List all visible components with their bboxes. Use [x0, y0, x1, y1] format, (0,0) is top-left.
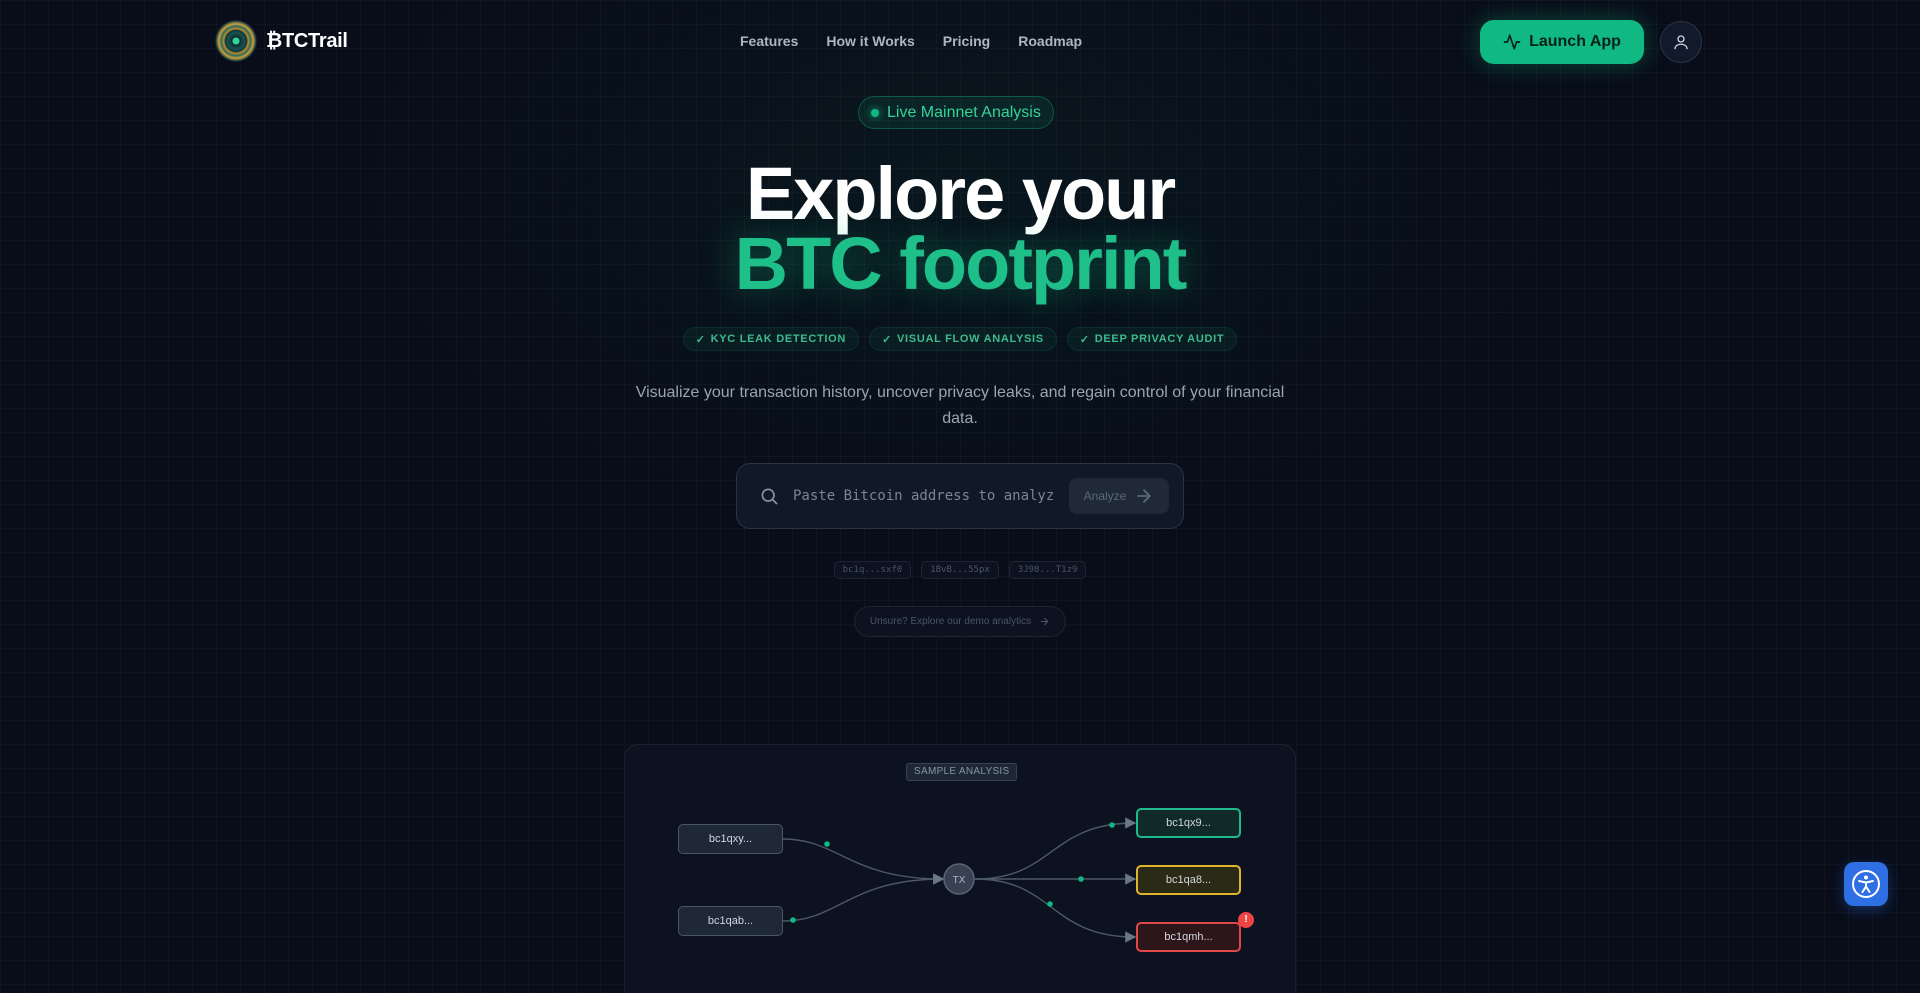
sample-address-chip[interactable]: bc1q...sxf0 — [833, 561, 912, 579]
flow-particle — [824, 841, 830, 847]
flow-edge — [782, 838, 945, 885]
alert-icon: ! — [1238, 912, 1254, 928]
feature-pill-kyc: ✓ KYC LEAK DETECTION — [682, 327, 860, 351]
input-node[interactable]: bc1qxy... — [678, 824, 783, 854]
demo-analytics-link[interactable]: Unsure? Explore our demo analytics — [854, 606, 1066, 637]
flow-edge — [974, 817, 1137, 880]
brand-name: ₿TCTrail — [266, 29, 348, 52]
top-navigation: ₿TCTrail Features How it Works Pricing R… — [0, 0, 1920, 84]
flow-particle — [1078, 876, 1084, 882]
user-account-button[interactable] — [1660, 21, 1702, 63]
hero-subtitle: Visualize your transaction history, unco… — [635, 384, 1285, 427]
arrow-right-icon — [1137, 489, 1152, 503]
search-icon — [761, 488, 778, 505]
accessibility-button[interactable] — [1844, 862, 1888, 906]
feature-label: KYC LEAK DETECTION — [710, 333, 847, 345]
accessibility-icon — [1852, 870, 1880, 898]
nav-link-features[interactable]: Features — [740, 33, 798, 49]
address-search-box: Analyze — [736, 463, 1184, 529]
live-status-badge: Live Mainnet Analysis — [858, 96, 1054, 129]
feature-label: VISUAL FLOW ANALYSIS — [896, 333, 1044, 345]
nav-link-roadmap[interactable]: Roadmap — [1018, 33, 1082, 49]
feature-pills: ✓ KYC LEAK DETECTION ✓ VISUAL FLOW ANALY… — [0, 327, 1920, 351]
tx-node-label: TX — [953, 875, 966, 886]
output-node-warning[interactable]: bc1qa8... — [1136, 865, 1241, 895]
flow-particle — [1109, 822, 1115, 828]
output-node-risk[interactable]: bc1qmh... — [1136, 922, 1241, 952]
flow-edge — [974, 878, 1137, 943]
sample-addresses: bc1q...sxf0 1BvB...55px 3J98...T1z9 — [0, 561, 1920, 579]
check-icon: ✓ — [1079, 333, 1090, 346]
analyze-label: Analyze — [1083, 489, 1127, 503]
launch-app-label: Launch App — [1529, 33, 1621, 50]
hero-title-line2: BTC footprint — [734, 222, 1188, 305]
live-badge-label: Live Mainnet Analysis — [887, 103, 1041, 121]
nav-link-pricing[interactable]: Pricing — [943, 33, 990, 49]
bitcoin-address-input[interactable] — [793, 488, 1055, 504]
user-icon — [1674, 35, 1688, 50]
input-node[interactable]: bc1qab... — [678, 906, 783, 936]
check-icon: ✓ — [695, 333, 706, 346]
flow-particle — [790, 917, 796, 923]
flow-edge — [782, 873, 945, 922]
brand-logo[interactable]: ₿TCTrail — [216, 21, 348, 61]
arrow-right-icon — [1040, 617, 1049, 626]
demo-link-label: Unsure? Explore our demo analytics — [869, 616, 1032, 627]
check-icon: ✓ — [882, 333, 892, 346]
flow-particle — [1047, 901, 1053, 907]
feature-pill-flow: ✓ VISUAL FLOW ANALYSIS — [869, 327, 1057, 351]
live-dot-icon — [871, 108, 879, 117]
sample-address-chip[interactable]: 1BvB...55px — [921, 561, 999, 579]
sample-address-chip[interactable]: 3J98...T1z9 — [1008, 561, 1087, 579]
activity-icon — [1503, 34, 1521, 50]
output-node-clean[interactable]: bc1qx9... — [1136, 808, 1241, 838]
feature-pill-audit: ✓ DEEP PRIVACY AUDIT — [1066, 327, 1238, 351]
launch-app-button[interactable]: Launch App — [1480, 20, 1644, 64]
nav-links: Features How it Works Pricing Roadmap — [740, 33, 1082, 49]
nav-link-how-it-works[interactable]: How it Works — [826, 33, 914, 49]
btctrail-logo-icon — [216, 21, 256, 61]
analyze-button[interactable]: Analyze — [1069, 478, 1169, 514]
feature-label: DEEP PRIVACY AUDIT — [1094, 333, 1225, 345]
